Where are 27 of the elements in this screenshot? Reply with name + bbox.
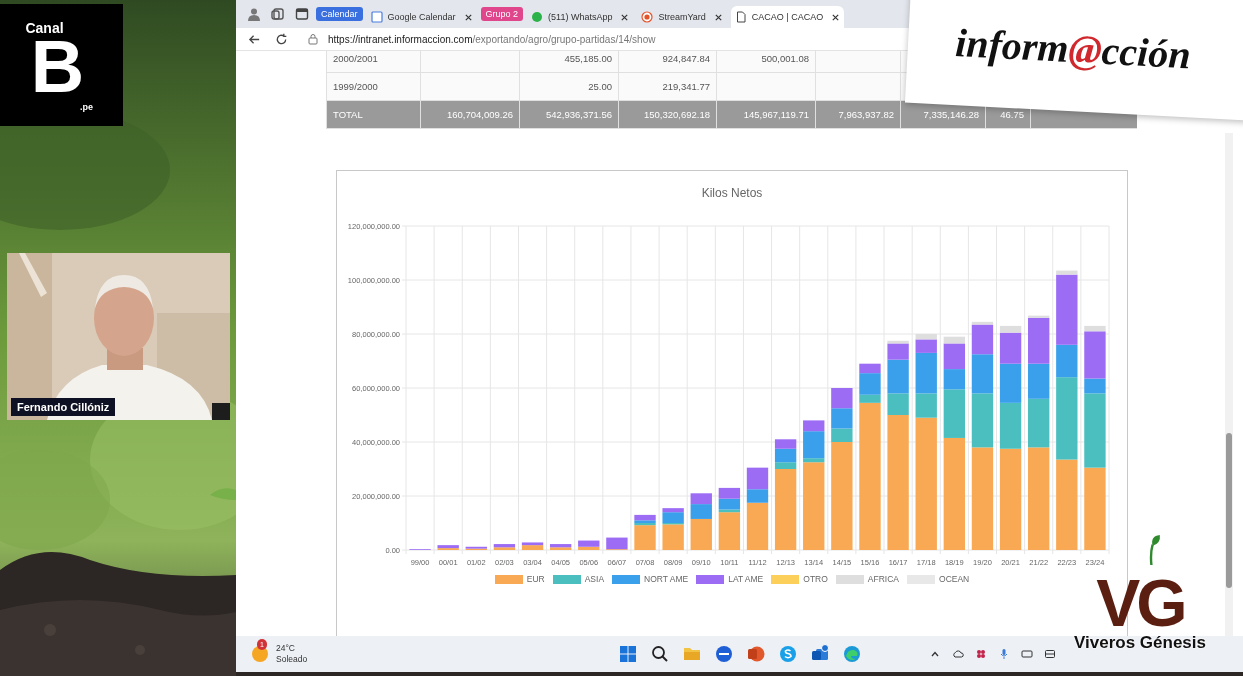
- table-cell: 150,320,692.18: [643, 109, 710, 120]
- table-cell: 500,001.08: [761, 53, 809, 64]
- table-cell: 542,936,371.56: [545, 109, 612, 120]
- sponsor-logo-mark: VG: [1096, 573, 1184, 633]
- table-cell: 455,185.00: [564, 53, 612, 64]
- legend-label: EUR: [526, 574, 545, 584]
- table-cell: 7,335,146.28: [923, 109, 979, 120]
- legend-label: NORT AME: [644, 574, 689, 584]
- table-cell: 160,704,009.26: [446, 109, 513, 120]
- table-cell: 145,967,119.71: [743, 109, 809, 120]
- legend-label: AFRICA: [867, 574, 899, 584]
- legend-label: OCEAN: [939, 574, 970, 584]
- table-cell: 46.75: [1000, 109, 1024, 120]
- legend-label: OTRO: [803, 574, 828, 584]
- weather-condition: Soleado: [276, 654, 308, 665]
- table-cell: 7,963,937.82: [838, 109, 894, 120]
- legend-label: LAT AME: [728, 574, 764, 584]
- table-cell: 2000/2001: [333, 53, 378, 64]
- legend-label: ASIA: [584, 574, 605, 584]
- table-cell: 924,847.84: [662, 53, 710, 64]
- chart-title: Kilos Netos: [701, 186, 763, 200]
- table-cell: 219,341.77: [662, 81, 710, 92]
- table-cell: TOTAL: [333, 109, 363, 120]
- table-cell: 25.00: [588, 81, 612, 92]
- sponsor-logo-name: Viveros Génesis: [1074, 633, 1206, 653]
- temperature-text: 24°C: [276, 643, 296, 654]
- table-cell: 1999/2000: [333, 81, 378, 92]
